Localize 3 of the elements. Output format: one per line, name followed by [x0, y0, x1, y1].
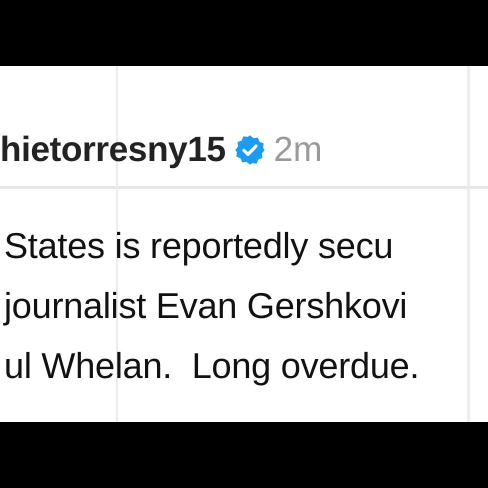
- post-text: States is reportedly secu journalist Evan Gershkovi ul Whelan. Long overdue.: [2, 224, 420, 388]
- username[interactable]: hietorresny15: [0, 130, 226, 170]
- post-time: 2m: [274, 130, 322, 170]
